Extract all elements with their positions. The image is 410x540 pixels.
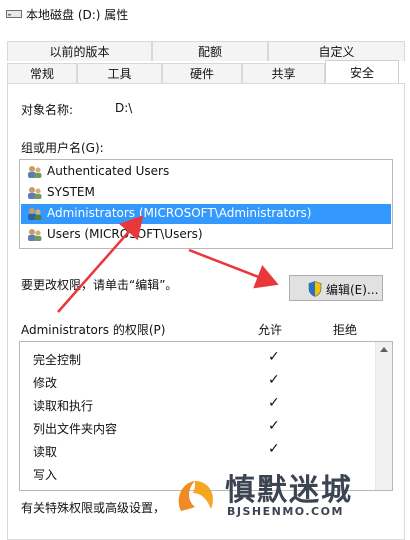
- check-icon: ✓: [268, 349, 280, 365]
- watermark-url: BJSHENMO.COM: [227, 505, 344, 518]
- permission-row: 读取 ✓: [33, 441, 280, 459]
- permission-row: 修改 ✓: [33, 372, 280, 390]
- window-title: 本地磁盘 (D:) 属性: [26, 8, 129, 22]
- watermark-text: 慎默迷城: [225, 473, 353, 508]
- check-icon: ✓: [268, 372, 280, 388]
- tab-quota[interactable]: 配额: [152, 41, 268, 61]
- permissions-header: Administrators 的权限(P): [21, 323, 166, 337]
- special-permissions-note: 有关特殊权限或高级设置，: [21, 501, 166, 515]
- tab-security[interactable]: 安全: [325, 60, 399, 84]
- object-name-value: D:\: [115, 101, 133, 115]
- group-user-label: 组或用户名(G):: [21, 141, 104, 155]
- check-icon: ✓: [268, 441, 280, 457]
- watermark-logo-icon: [178, 481, 214, 511]
- allow-column-header: 允许: [258, 323, 283, 337]
- user-group-icon: [28, 166, 42, 178]
- permission-row: 读取和执行 ✓: [33, 395, 280, 413]
- users-list[interactable]: Authenticated Users SYSTEM Administrator…: [19, 159, 393, 249]
- uac-shield-icon: [308, 281, 322, 297]
- tab-tools[interactable]: 工具: [77, 63, 162, 83]
- user-group-icon: [28, 187, 42, 199]
- watermark: 慎默迷城 BJSHENMO.COM: [165, 465, 405, 535]
- list-item-authenticated-users[interactable]: Authenticated Users: [21, 162, 391, 182]
- scroll-up-arrow-icon[interactable]: [380, 347, 388, 352]
- edit-hint: 要更改权限，请单击“编辑”。: [21, 278, 178, 292]
- object-name-label: 对象名称:: [21, 103, 74, 117]
- check-icon: ✓: [268, 395, 280, 411]
- drive-icon: [6, 10, 22, 18]
- permission-row: 列出文件夹内容 ✓: [33, 418, 280, 436]
- tab-previous-versions[interactable]: 以前的版本: [7, 41, 152, 61]
- list-item-users[interactable]: Users (MICROSOFT\Users): [21, 225, 391, 245]
- user-group-icon: [28, 229, 42, 241]
- tab-sharing[interactable]: 共享: [242, 63, 325, 83]
- list-item-administrators[interactable]: Administrators (MICROSOFT\Administrators…: [21, 204, 391, 224]
- tab-hardware[interactable]: 硬件: [162, 63, 242, 83]
- edit-button[interactable]: 编辑(E)...: [289, 275, 383, 301]
- user-group-icon: [28, 208, 42, 220]
- title-bar: 本地磁盘 (D:) 属性: [0, 0, 410, 30]
- tab-customize[interactable]: 自定义: [268, 41, 405, 61]
- tab-general[interactable]: 常规: [7, 63, 77, 83]
- permission-row: 完全控制 ✓: [33, 349, 280, 367]
- deny-column-header: 拒绝: [333, 323, 358, 337]
- list-item-system[interactable]: SYSTEM: [21, 183, 391, 203]
- check-icon: ✓: [268, 418, 280, 434]
